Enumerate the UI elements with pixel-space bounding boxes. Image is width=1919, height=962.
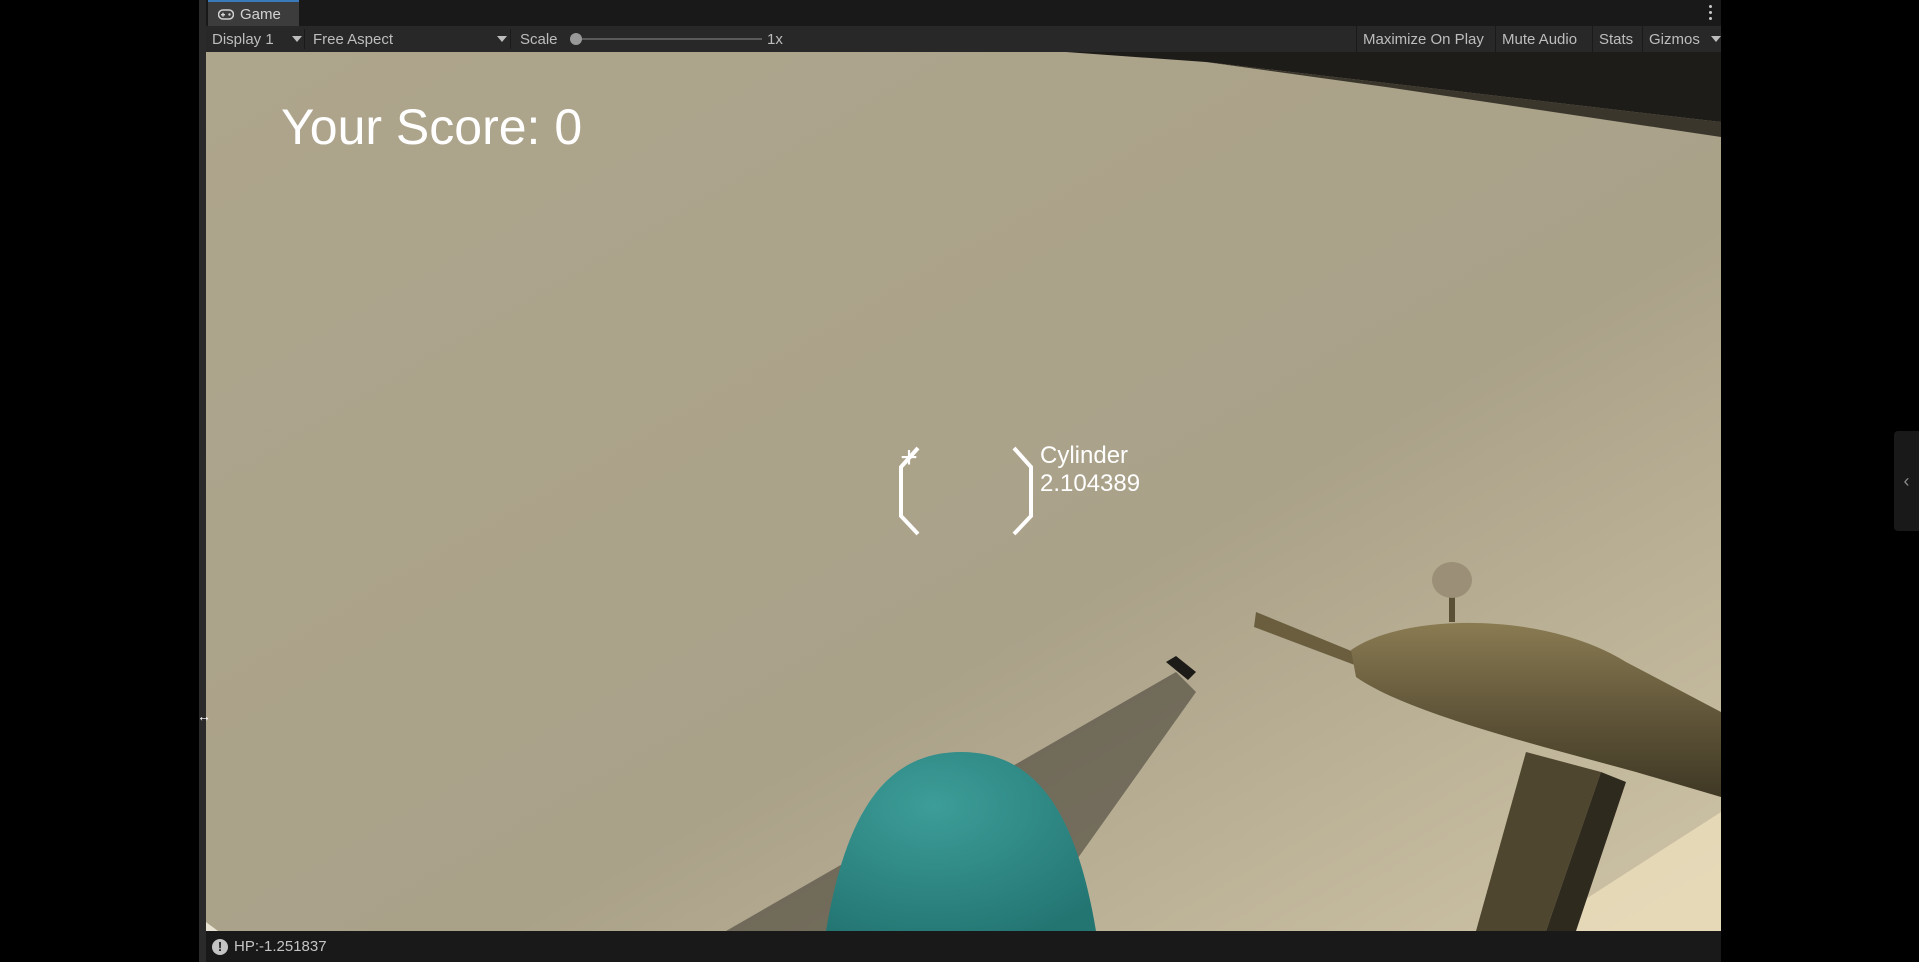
more-options-icon[interactable] [1707,3,1713,21]
scale-value-text: 1x [767,30,783,48]
gun-sight [1432,562,1472,598]
display-dropdown-label: Display 1 [212,30,274,48]
game-viewport[interactable]: Your Score: 0 + Cylinder 2.104389 [206,52,1721,931]
resize-cursor-icon: ↔ [197,708,211,724]
game-toolbar: Display 1 Free Aspect Scale 1x Maximize … [206,26,1721,52]
game-scene [206,52,1721,931]
warning-icon: ! [212,938,228,955]
maximize-on-play-label: Maximize On Play [1363,30,1484,48]
aspect-dropdown[interactable]: Free Aspect [313,26,393,52]
status-message: HP:-1.251837 [234,938,327,955]
scale-label-text: Scale [520,30,558,48]
chevron-left-icon: ‹ [1903,470,1910,491]
gamepad-icon [218,8,234,20]
target-name: Cylinder [1040,442,1129,469]
tab-game[interactable]: Game [208,0,299,26]
score-text: Your Score: 0 [281,99,583,155]
scale-value: 1x [767,26,783,52]
gizmos-chevron-icon[interactable] [1711,36,1721,42]
gizmos-toggle[interactable]: Gizmos [1642,26,1706,52]
game-window: Game Display 1 Free Aspect Scale 1x Maxi… [199,0,1721,962]
display-dropdown[interactable]: Display 1 [212,26,274,52]
tab-bar: Game [206,0,1721,27]
chevron-down-icon [497,36,507,42]
crosshair-icon: + [900,441,918,474]
chevron-down-icon [292,36,302,42]
stats-label: Stats [1599,30,1634,48]
scale-slider[interactable] [574,38,762,40]
target-distance: 2.104389 [1040,470,1141,497]
gizmos-label: Gizmos [1649,30,1700,48]
stats-toggle[interactable]: Stats [1592,26,1639,52]
scale-label: Scale [520,26,558,52]
scale-slider-handle[interactable] [570,33,582,45]
tab-label: Game [240,5,281,23]
console-status-bar[interactable]: ! HP:-1.251837 [206,931,1721,962]
side-panel-collapse-button[interactable]: ‹ [1894,431,1919,531]
maximize-on-play-toggle[interactable]: Maximize On Play [1356,26,1490,52]
mute-audio-toggle[interactable]: Mute Audio [1495,26,1583,52]
mute-audio-label: Mute Audio [1502,30,1578,48]
aspect-dropdown-label: Free Aspect [313,30,394,48]
